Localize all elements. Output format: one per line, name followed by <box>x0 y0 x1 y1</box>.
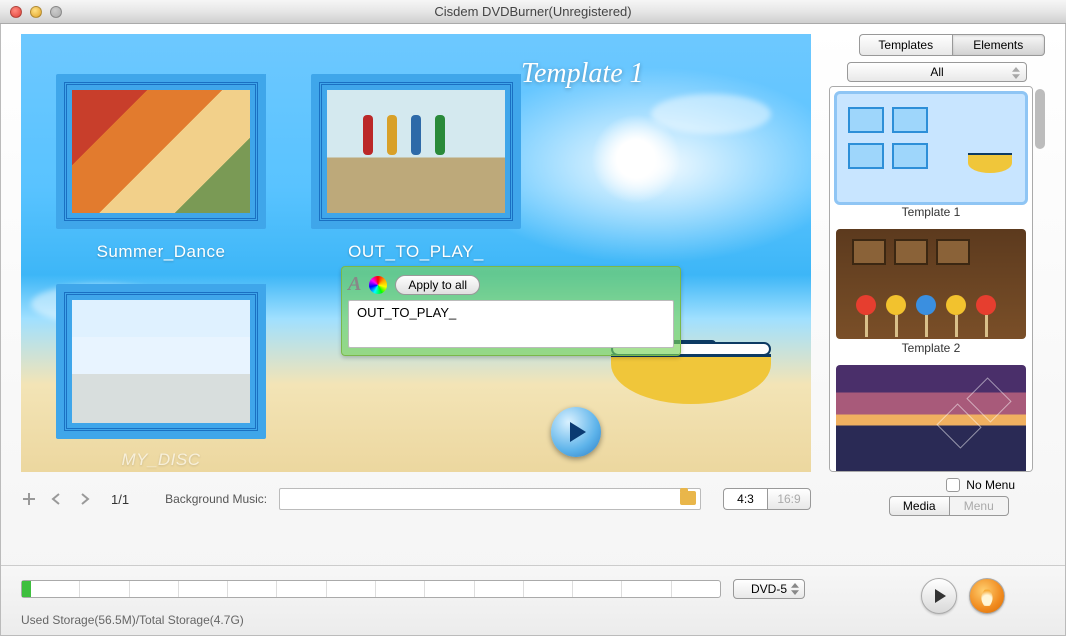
browse-music-icon[interactable] <box>680 491 696 505</box>
template-thumbnail <box>836 365 1026 472</box>
clip-frame[interactable] <box>56 284 266 439</box>
template-thumbnail <box>836 93 1026 203</box>
template-item[interactable]: Template 1 <box>836 93 1026 219</box>
clip-frame[interactable] <box>56 74 266 229</box>
no-menu-checkbox[interactable] <box>946 478 960 492</box>
template-item[interactable]: Template 2 <box>836 229 1026 355</box>
aspect-16-9-button[interactable]: 16:9 <box>767 488 811 510</box>
window-titlebar: Cisdem DVDBurner(Unregistered) <box>0 0 1066 24</box>
clip-thumbnail <box>327 90 505 213</box>
template-item[interactable]: Template 3 <box>836 365 1026 472</box>
caption-text-input[interactable] <box>348 300 674 348</box>
clip-caption[interactable]: MY_DISC <box>56 450 266 470</box>
color-picker-icon[interactable] <box>369 276 387 294</box>
background-music-field[interactable] <box>279 488 701 510</box>
canvas-controls-row: 1/1 Background Music: 4:3 16:9 <box>21 484 811 514</box>
menu-play-button[interactable] <box>551 407 601 457</box>
storage-usage-bar <box>21 580 721 598</box>
template-category-select[interactable]: All <box>847 62 1027 82</box>
prev-page-button[interactable] <box>49 491 65 507</box>
flame-icon <box>979 586 995 606</box>
template-category-value: All <box>930 65 943 79</box>
font-style-icon[interactable]: A <box>348 273 361 296</box>
preview-button[interactable] <box>921 578 957 614</box>
play-icon <box>570 422 586 442</box>
page-indicator: 1/1 <box>111 492 129 507</box>
template-title-text[interactable]: Template 1 <box>521 58 644 90</box>
sun-decoration <box>591 114 681 204</box>
clip-thumbnail <box>72 300 250 423</box>
template-thumbnail <box>836 229 1026 339</box>
media-tab-button[interactable]: Media <box>889 496 949 516</box>
clip-caption[interactable]: OUT_TO_PLAY_ <box>311 242 521 262</box>
tab-elements[interactable]: Elements <box>952 34 1046 56</box>
template-label: Template 1 <box>836 205 1026 219</box>
storage-text: Used Storage(56.5M)/Total Storage(4.7G) <box>21 613 244 627</box>
window-title: Cisdem DVDBurner(Unregistered) <box>0 4 1066 19</box>
add-page-button[interactable] <box>21 491 37 507</box>
apply-to-all-button[interactable]: Apply to all <box>395 275 480 295</box>
template-list-scrollbar[interactable] <box>1035 89 1045 149</box>
caption-edit-panel: A Apply to all <box>341 266 681 356</box>
menu-preview-canvas[interactable]: Template 1 Summer_Dance OUT_TO_PLAY_ MY_… <box>21 34 811 472</box>
template-list[interactable]: Template 1 Template 2 Template 3 <box>829 86 1033 472</box>
burn-button[interactable] <box>969 578 1005 614</box>
menu-tab-button[interactable]: Menu <box>949 496 1010 516</box>
disc-type-select[interactable]: DVD-5 <box>733 579 805 599</box>
background-music-label: Background Music: <box>165 492 267 506</box>
aspect-4-3-button[interactable]: 4:3 <box>723 488 767 510</box>
storage-used-segment <box>22 581 31 597</box>
clip-frame[interactable] <box>311 74 521 229</box>
next-page-button[interactable] <box>77 491 93 507</box>
clip-caption[interactable]: Summer_Dance <box>56 242 266 262</box>
no-menu-label: No Menu <box>966 478 1015 492</box>
template-label: Template 2 <box>836 341 1026 355</box>
right-lower-controls: No Menu Media Menu <box>829 478 1045 516</box>
play-icon <box>935 589 946 603</box>
bottom-bar: DVD-5 Used Storage(56.5M)/Total Storage(… <box>1 565 1065 635</box>
clip-thumbnail <box>72 90 250 213</box>
tab-templates[interactable]: Templates <box>859 34 952 56</box>
disc-type-value: DVD-5 <box>751 582 787 596</box>
templates-panel: Templates Elements All Template 1 <box>829 34 1045 472</box>
